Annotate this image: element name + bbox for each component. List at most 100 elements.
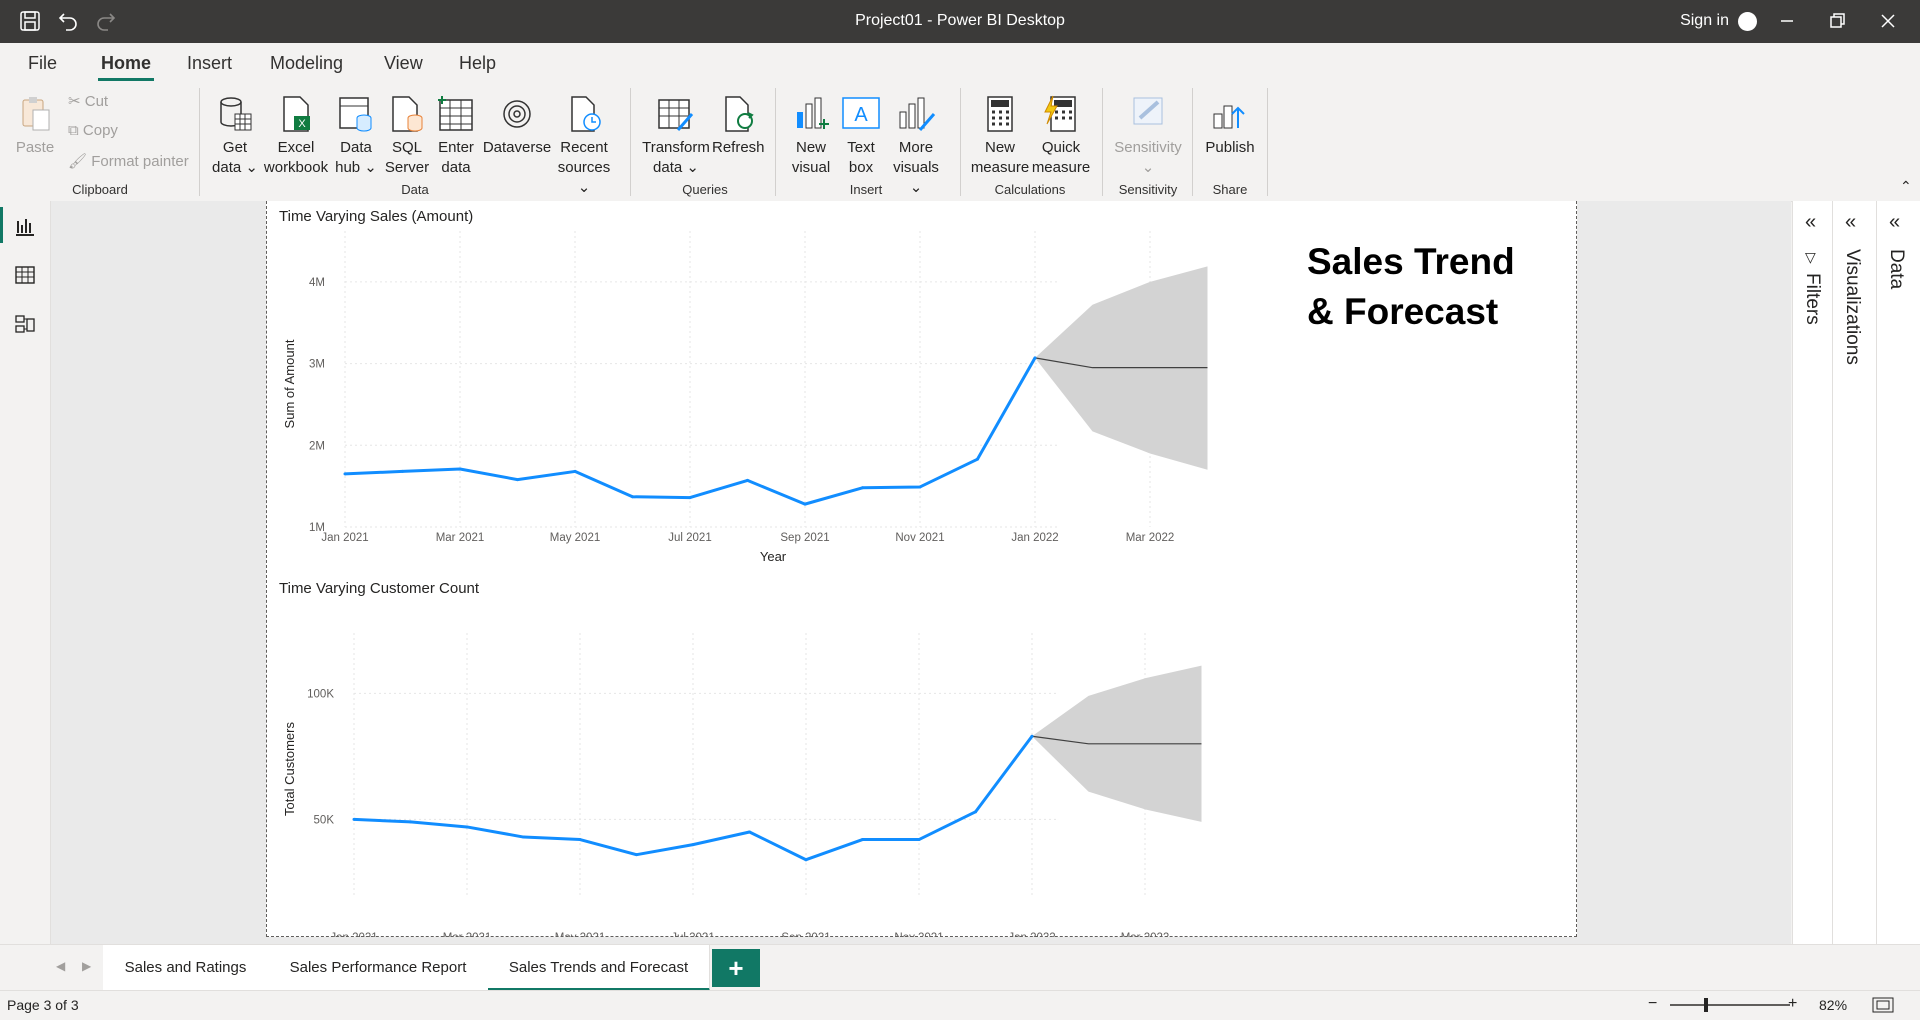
filter-icon: ▽ xyxy=(1805,249,1816,265)
get-data-button[interactable]: Get data ⌄ xyxy=(210,94,260,178)
new-measure-label-2: measure xyxy=(970,159,1030,176)
transform-data-icon xyxy=(658,99,694,131)
publish-icon xyxy=(1213,105,1245,129)
new-visual-button[interactable]: New visual xyxy=(786,94,836,178)
tab-view[interactable]: View xyxy=(384,53,423,74)
ribbon-divider xyxy=(1102,88,1103,196)
page-tab-sales-and-ratings[interactable]: Sales and Ratings xyxy=(103,945,269,991)
recent-sources-button[interactable]: Recent sources ⌄ xyxy=(552,94,616,198)
avatar[interactable] xyxy=(1738,12,1757,31)
data-point xyxy=(748,830,751,834)
chevron-down-icon: ⌄ xyxy=(909,179,923,196)
sql-server-button[interactable]: SQL Server xyxy=(384,94,430,178)
page-tab-sales-trends-and-forecast[interactable]: Sales Trends and Forecast xyxy=(488,945,710,991)
data-label: Data xyxy=(1886,249,1907,290)
data-pane[interactable]: « Data xyxy=(1876,201,1920,944)
minimize-icon[interactable] xyxy=(1775,9,1799,33)
copy-icon: ⧉ xyxy=(68,122,79,139)
sign-in-link[interactable]: Sign in xyxy=(1680,12,1729,30)
zoom-slider[interactable] xyxy=(1670,1004,1790,1006)
cut-button[interactable]: ✂ Cut xyxy=(68,92,108,110)
text-box-label-2: box xyxy=(848,159,874,176)
visualizations-pane[interactable]: « Visualizations xyxy=(1832,201,1877,944)
copy-label: Copy xyxy=(82,122,118,139)
tab-modeling[interactable]: Modeling xyxy=(270,53,343,74)
fit-to-page-icon[interactable] xyxy=(1872,997,1894,1013)
filters-pane[interactable]: « ▽ Filters xyxy=(1792,201,1833,944)
new-visual-label-1: New xyxy=(795,139,826,156)
report-canvas: Sales Trend & Forecast Time Varying Sale… xyxy=(51,201,1791,944)
enter-data-button[interactable]: Enter data xyxy=(432,94,480,178)
x-tick-label: May 2021 xyxy=(550,532,601,544)
zoom-slider-thumb[interactable] xyxy=(1704,998,1708,1012)
new-measure-button[interactable]: New measure xyxy=(968,94,1032,178)
data-hub-button[interactable]: Data hub ⌄ xyxy=(332,94,380,178)
share-group-label: Share xyxy=(1212,182,1248,197)
ribbon-divider xyxy=(960,88,961,196)
sensitivity-button[interactable]: Sensitivity ⌄ xyxy=(1108,94,1188,178)
data-point xyxy=(522,835,525,839)
expand-filters-icon[interactable]: « xyxy=(1805,211,1816,234)
paste-button[interactable]: Paste xyxy=(12,94,58,158)
add-page-button[interactable]: + xyxy=(712,949,760,987)
quick-measure-button[interactable]: Quick measure xyxy=(1030,94,1092,178)
chevron-down-icon: ⌄ xyxy=(360,159,377,176)
collapse-ribbon-icon[interactable]: ⌃ xyxy=(1900,178,1912,195)
sales-forecast-chart[interactable]: Time Varying Sales (Amount) Jan 2021 Mar 2… xyxy=(267,201,1267,571)
refresh-label: Refresh xyxy=(712,139,765,156)
copy-button[interactable]: ⧉ Copy xyxy=(68,122,118,139)
data-point xyxy=(458,467,462,471)
get-data-label-2: data xyxy=(212,159,242,176)
format-painter-button[interactable]: 🖌 Format painter xyxy=(68,152,189,170)
transform-data-button[interactable]: Transform data ⌄ xyxy=(638,94,714,178)
data-point xyxy=(516,478,519,482)
text-box-button[interactable]: A Text box xyxy=(836,94,886,178)
close-icon[interactable] xyxy=(1876,9,1900,33)
data-point xyxy=(573,469,577,473)
chevron-down-icon: ⌄ xyxy=(1141,159,1155,176)
chevron-right-icon[interactable]: ▶ xyxy=(82,959,91,973)
data-point xyxy=(861,838,864,842)
report-heading[interactable]: Sales Trend & Forecast xyxy=(1307,237,1515,337)
sensitivity-group-label: Sensitivity xyxy=(1118,182,1178,197)
excel-label-2: workbook xyxy=(263,159,329,176)
tab-insert[interactable]: Insert xyxy=(187,53,232,74)
zoom-in-icon[interactable]: + xyxy=(1788,995,1797,1013)
x-tick-label: Jul 2021 xyxy=(671,932,714,937)
svg-text:A: A xyxy=(854,104,868,126)
model-view-icon[interactable] xyxy=(14,313,36,335)
page-tab-sales-performance-report[interactable]: Sales Performance Report xyxy=(268,945,489,991)
restore-icon[interactable] xyxy=(1825,9,1849,33)
data-group-label: Data xyxy=(401,182,429,197)
data-point xyxy=(917,838,921,842)
menu-bar: File Home Insert Modeling View Help xyxy=(0,43,1920,86)
data-point xyxy=(861,486,864,490)
expand-data-icon[interactable]: « xyxy=(1889,211,1900,234)
x-axis-label: Year xyxy=(760,549,787,564)
expand-visualizations-icon[interactable]: « xyxy=(1845,211,1856,234)
publish-button[interactable]: Publish xyxy=(1200,94,1260,158)
chevron-left-icon[interactable]: ◀ xyxy=(56,959,65,973)
customer-forecast-chart[interactable]: Time Varying Customer Count Jan 2021 Mar 2… xyxy=(267,573,1267,937)
active-tab-indicator xyxy=(98,78,154,81)
excel-workbook-button[interactable]: X Excel workbook xyxy=(262,94,330,178)
zoom-out-icon[interactable]: − xyxy=(1648,995,1657,1013)
tab-help[interactable]: Help xyxy=(459,53,496,74)
x-tick-label: Sep 2021 xyxy=(780,532,829,544)
excel-icon: X xyxy=(283,96,310,132)
dataverse-button[interactable]: Dataverse xyxy=(482,94,552,158)
data-point xyxy=(974,810,977,814)
report-view-icon[interactable] xyxy=(14,215,36,237)
table-view-icon[interactable] xyxy=(14,264,36,286)
refresh-button[interactable]: Refresh xyxy=(712,94,765,158)
refresh-icon xyxy=(725,96,754,132)
x-tick-label: Mar 2022 xyxy=(1126,532,1175,544)
ribbon-divider xyxy=(1192,88,1193,196)
quick-measure-icon xyxy=(1044,95,1076,132)
tab-home[interactable]: Home xyxy=(101,53,151,74)
data-hub-icon xyxy=(339,97,372,132)
tab-file[interactable]: File xyxy=(28,53,57,74)
data-hub-label-2: hub xyxy=(335,159,361,176)
recent-label-2: sources xyxy=(557,159,611,176)
chevron-down-icon: ⌄ xyxy=(577,179,591,196)
